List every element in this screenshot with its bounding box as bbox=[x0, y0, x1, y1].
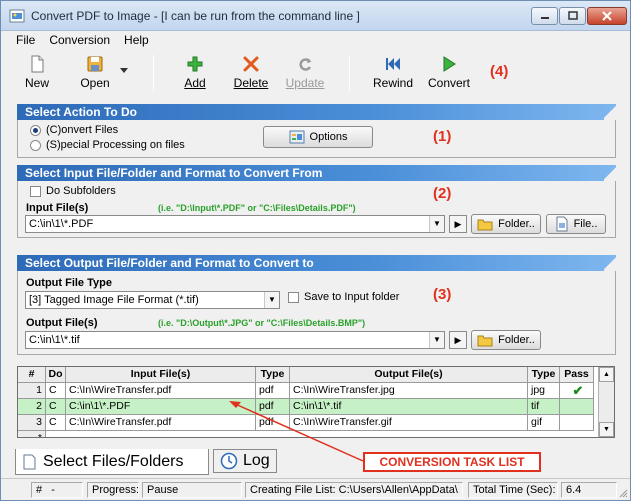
tab-log[interactable]: Log bbox=[213, 449, 277, 473]
app-window: Convert PDF to Image - [I can be run fro… bbox=[0, 0, 631, 501]
tab-log-label: Log bbox=[243, 452, 270, 469]
status-creating-file-list: Creating File List: C:\Users\Allen\AppDa… bbox=[245, 482, 463, 498]
annotation-arrow-icon bbox=[229, 401, 364, 462]
clock-icon bbox=[220, 452, 238, 470]
status-pause: Pause bbox=[142, 482, 242, 498]
status-hash-label: # bbox=[36, 484, 43, 496]
status-hash: # - bbox=[31, 482, 83, 498]
tab-select-files-label: Select Files/Folders bbox=[43, 452, 184, 470]
files-tab-icon bbox=[23, 454, 36, 469]
status-total-time-value: 6.4 bbox=[561, 482, 617, 498]
status-progress: Progress: bbox=[87, 482, 139, 498]
status-hash-value: - bbox=[51, 484, 55, 496]
tab-select-files[interactable]: Select Files/Folders bbox=[15, 449, 209, 475]
status-bar: # - Progress: Pause Creating File List: … bbox=[1, 478, 630, 500]
status-total-time-label: Total Time (Sec): bbox=[468, 482, 558, 498]
conversion-task-list-label: CONVERSION TASK LIST bbox=[363, 452, 541, 472]
resize-grip-icon[interactable] bbox=[618, 488, 628, 498]
